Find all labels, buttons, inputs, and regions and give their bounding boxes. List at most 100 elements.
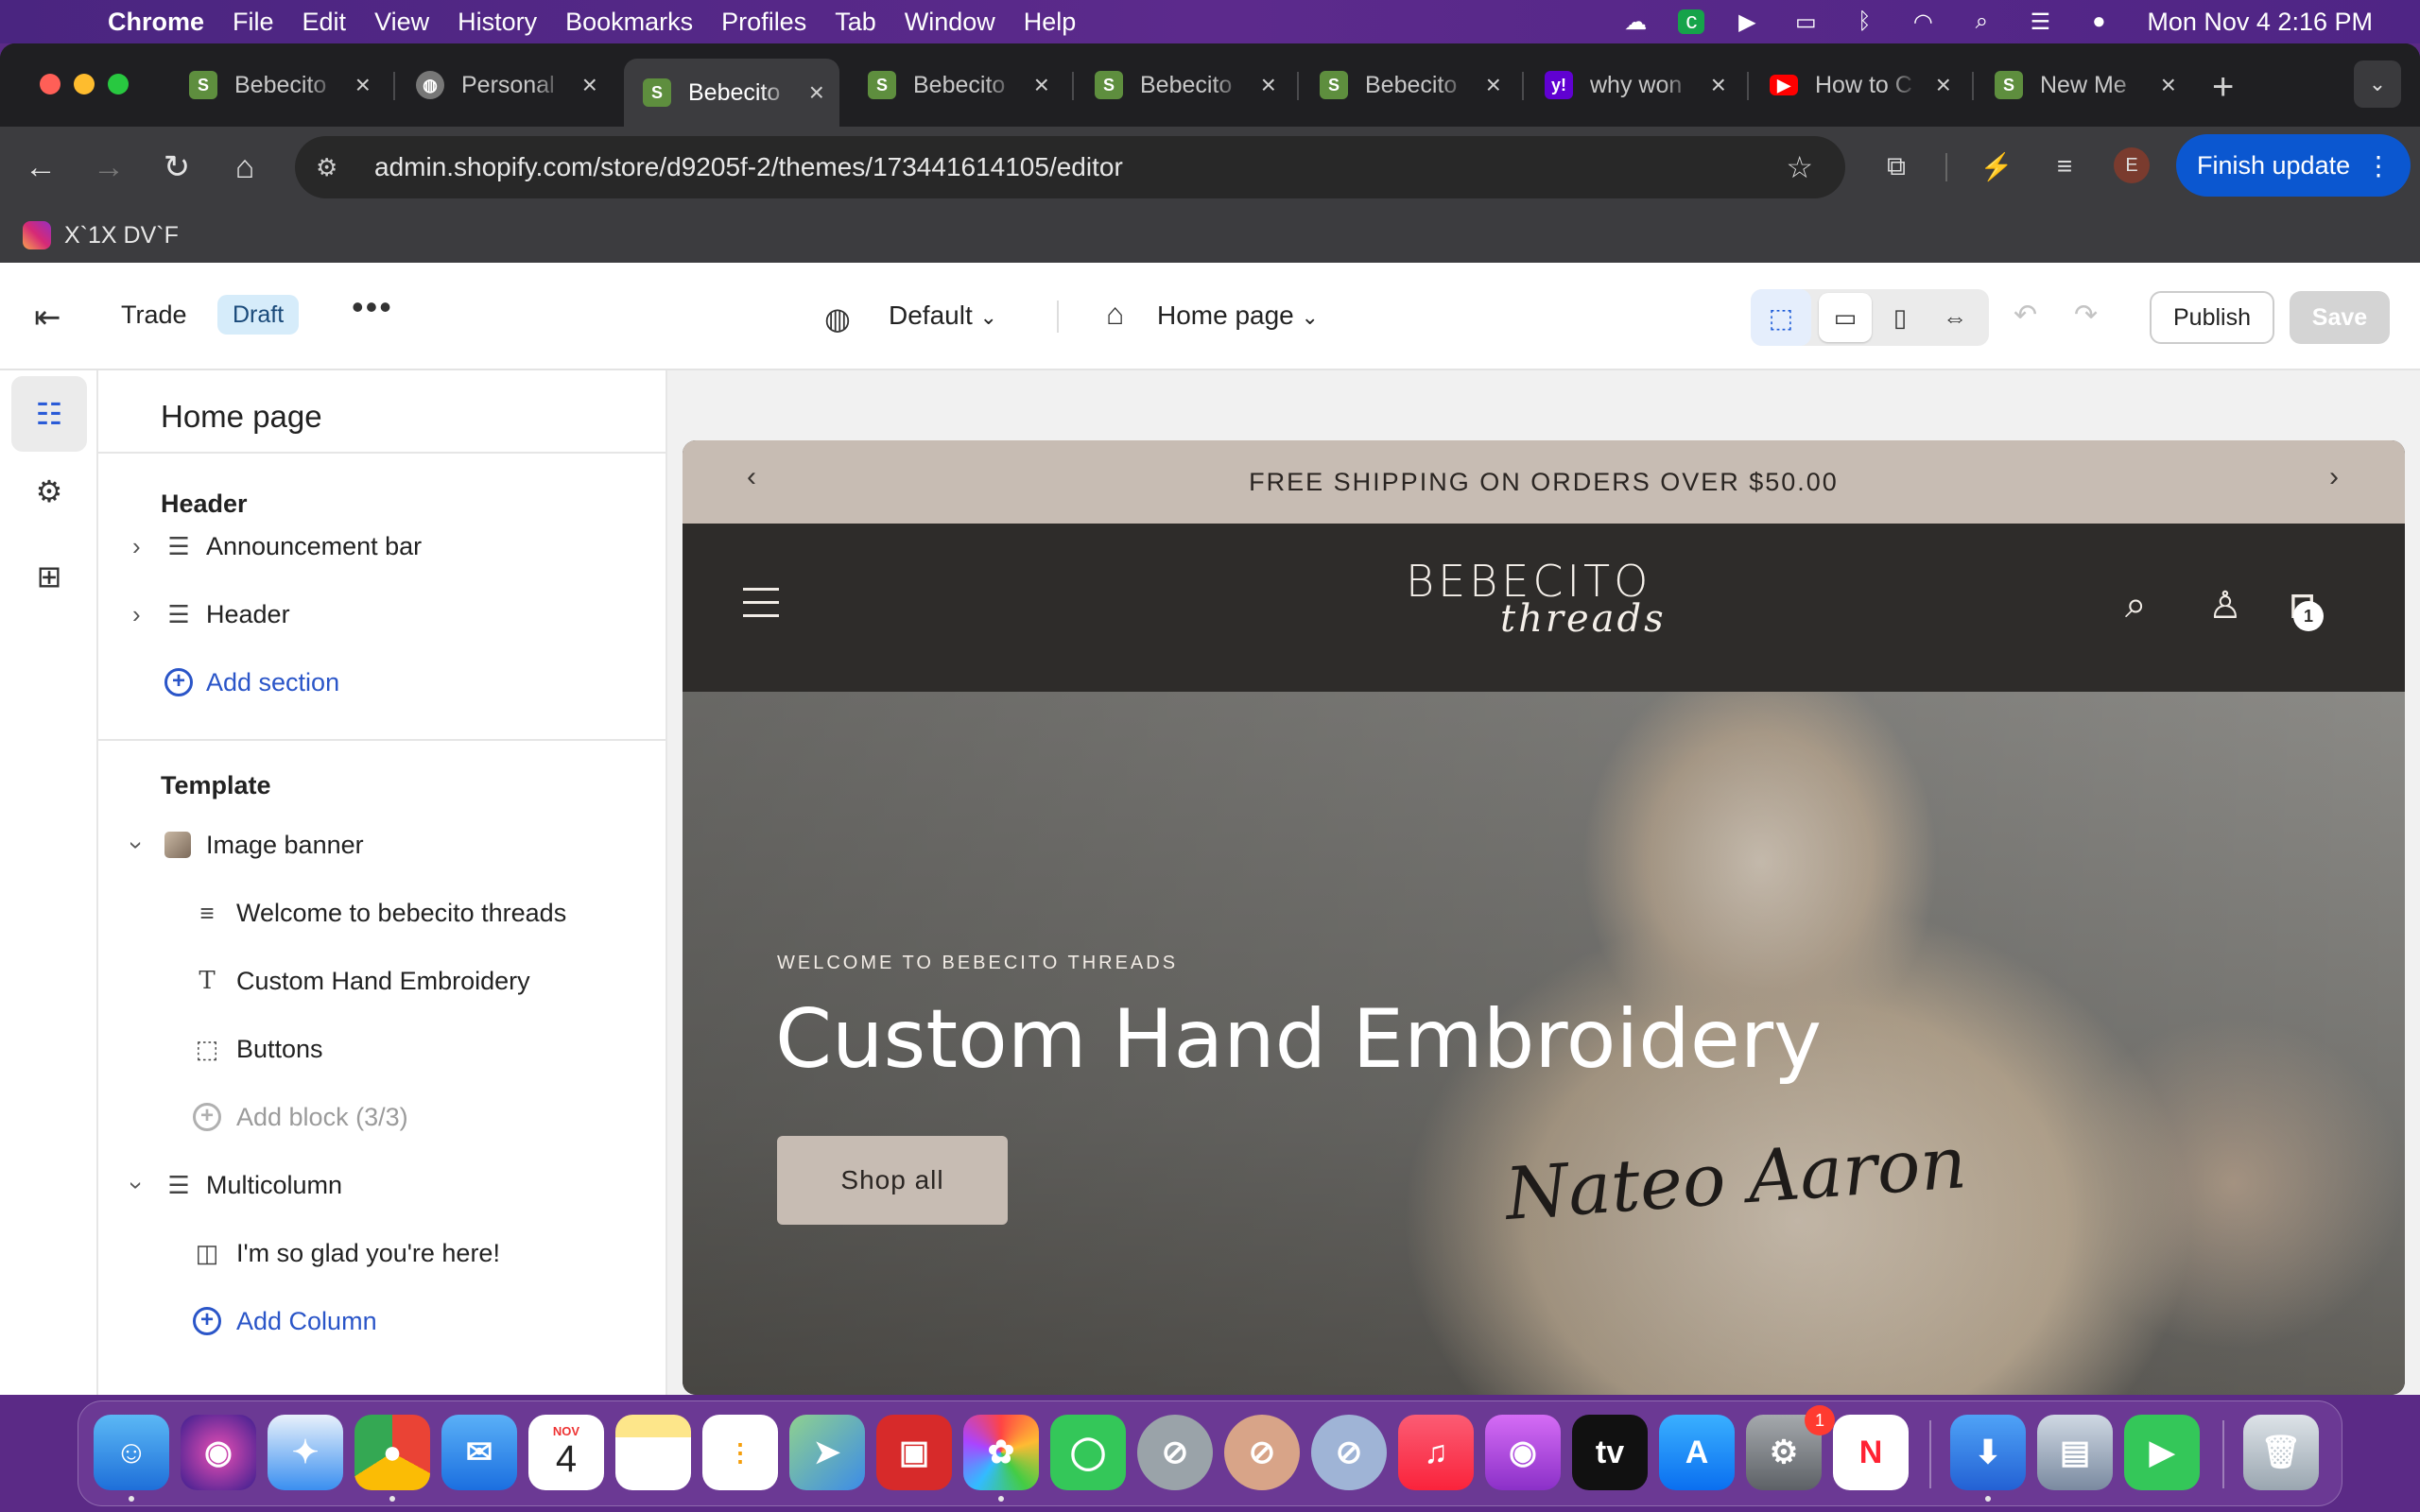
tab-bebecito-4[interactable]: S Bebecito × xyxy=(1076,59,1291,112)
tab-youtube[interactable]: ▶ How to C × xyxy=(1751,59,1966,112)
close-window-button[interactable] xyxy=(40,74,60,94)
inspector-toggle[interactable]: ⬚ xyxy=(1751,289,1811,346)
podcasts-icon[interactable]: ◉ xyxy=(1485,1415,1561,1490)
search-icon[interactable]: ⌕ xyxy=(2125,584,2146,627)
siri-icon[interactable]: ◉ xyxy=(181,1415,256,1490)
disabled-app-icon[interactable]: ⊘ xyxy=(1137,1415,1213,1490)
profile-avatar[interactable]: E xyxy=(2114,147,2150,183)
menu-app-chrome[interactable]: Chrome xyxy=(108,8,204,37)
add-column-button[interactable]: + Add Column xyxy=(98,1293,666,1349)
play-icon[interactable]: ▶ xyxy=(1731,9,1763,35)
downloads-folder-icon[interactable]: ⬇ xyxy=(1950,1415,2026,1490)
block-column[interactable]: ◫ I'm so glad you're here! xyxy=(98,1225,666,1281)
disabled-app-icon[interactable]: ⊘ xyxy=(1224,1415,1300,1490)
section-multicolumn[interactable]: › ☰ Multicolumn xyxy=(98,1157,666,1213)
menu-help[interactable]: Help xyxy=(1024,8,1077,37)
menu-clock[interactable]: Mon Nov 4 2:16 PM xyxy=(2147,8,2373,37)
close-tab-icon[interactable]: × xyxy=(1034,70,1049,100)
chevron-right-icon[interactable]: › xyxy=(2329,461,2341,493)
section-header[interactable]: › ☰ Header xyxy=(98,586,666,643)
close-tab-icon[interactable]: × xyxy=(1711,70,1726,100)
notes-icon[interactable] xyxy=(615,1415,691,1490)
theme-settings-icon[interactable]: ⚙ xyxy=(11,454,87,529)
locale-selector[interactable]: Default ⌄ xyxy=(889,301,997,331)
menu-window[interactable]: Window xyxy=(905,8,995,37)
store-logo[interactable]: BEBECITO threads xyxy=(1406,556,1689,641)
photos-icon[interactable]: ✿ xyxy=(963,1415,1039,1490)
tab-bebecito-3[interactable]: S Bebecito × xyxy=(849,59,1064,112)
menu-history[interactable]: History xyxy=(458,8,537,37)
tab-search-button[interactable]: ⌄ xyxy=(2354,60,2401,108)
site-info-icon[interactable]: ⚙ xyxy=(316,153,350,182)
menu-bookmarks[interactable]: Bookmarks xyxy=(565,8,693,37)
menu-hamburger-icon[interactable] xyxy=(743,588,779,627)
add-section-button[interactable]: + Add section xyxy=(98,654,666,711)
add-block-button[interactable]: + Add block (3/3) xyxy=(98,1089,666,1145)
safari-icon[interactable]: ✦ xyxy=(268,1415,343,1490)
close-tab-icon[interactable]: × xyxy=(1486,70,1501,100)
menu-view[interactable]: View xyxy=(374,8,429,37)
shop-all-button[interactable]: Shop all xyxy=(777,1136,1008,1225)
template-selector[interactable]: Home page ⌄ xyxy=(1157,301,1319,331)
apple-tv-icon[interactable]: tv xyxy=(1572,1415,1648,1490)
close-tab-icon[interactable]: × xyxy=(809,77,824,108)
calendar-icon[interactable]: NOV 4 xyxy=(528,1415,604,1490)
trash-icon[interactable]: 🗑 xyxy=(2243,1415,2319,1490)
desktop-view-button[interactable]: ▭ xyxy=(1819,293,1872,342)
battery-icon[interactable]: ▭ xyxy=(1789,9,1822,35)
bluetooth-icon[interactable]: ᛒ xyxy=(1848,9,1880,34)
tab-new-me[interactable]: S New Me × xyxy=(1976,59,2191,112)
control-center-icon[interactable]: ☰ xyxy=(2024,9,2056,35)
chevron-left-icon[interactable]: ‹ xyxy=(747,461,758,493)
sections-icon[interactable]: ☷ xyxy=(11,376,87,452)
new-tab-button[interactable]: + xyxy=(2212,66,2234,109)
account-icon[interactable]: ♙ xyxy=(2208,584,2242,627)
menu-file[interactable]: File xyxy=(233,8,274,37)
section-image-banner[interactable]: › Image banner xyxy=(98,816,666,873)
close-tab-icon[interactable]: × xyxy=(1261,70,1276,100)
minimize-window-button[interactable] xyxy=(74,74,95,94)
extensions-icon[interactable]: ⧉ xyxy=(1877,147,1915,185)
more-actions-icon[interactable]: ••• xyxy=(352,287,393,327)
announcement-bar[interactable]: ‹ FREE SHIPPING ON ORDERS OVER $50.00 › xyxy=(683,440,2405,524)
tab-bebecito-5[interactable]: S Bebecito × xyxy=(1301,59,1516,112)
chevron-down-icon[interactable]: › xyxy=(122,1181,151,1190)
save-button[interactable]: Save xyxy=(2290,291,2390,344)
mail-icon[interactable]: ✉ xyxy=(441,1415,517,1490)
reminders-icon[interactable]: ⋮ xyxy=(702,1415,778,1490)
mobile-view-button[interactable]: ▯ xyxy=(1874,293,1927,342)
music-icon[interactable]: ♫ xyxy=(1398,1415,1474,1490)
reload-icon[interactable]: ↻ xyxy=(155,146,199,189)
siri-icon[interactable]: ● xyxy=(2083,9,2115,34)
block-heading[interactable]: T Custom Hand Embroidery xyxy=(98,953,666,1009)
undo-icon[interactable]: ↶ xyxy=(2014,299,2037,332)
messages-icon[interactable]: ◯ xyxy=(1050,1415,1126,1490)
app-embeds-icon[interactable]: ⊞ xyxy=(11,539,87,614)
recent-file-icon[interactable]: ▤ xyxy=(2037,1415,2113,1490)
finder-icon[interactable]: ☺ xyxy=(94,1415,169,1490)
close-tab-icon[interactable]: × xyxy=(1936,70,1951,100)
menu-edit[interactable]: Edit xyxy=(302,8,347,37)
menu-tab[interactable]: Tab xyxy=(835,8,876,37)
news-icon[interactable]: N xyxy=(1833,1415,1909,1490)
maps-icon[interactable]: ➤ xyxy=(789,1415,865,1490)
back-icon[interactable]: ← xyxy=(19,146,62,189)
chrome-icon[interactable]: ● xyxy=(354,1415,430,1490)
tab-personal[interactable]: ◍ Personal × xyxy=(397,59,613,112)
exit-icon[interactable]: ⇤ xyxy=(34,299,61,336)
tab-bebecito-1[interactable]: S Bebecito × xyxy=(170,59,386,112)
close-tab-icon[interactable]: × xyxy=(2161,70,2176,100)
home-icon[interactable]: ⌂ xyxy=(223,146,267,189)
grammarly-icon[interactable]: c xyxy=(1678,9,1705,34)
photo-booth-icon[interactable]: ▣ xyxy=(876,1415,952,1490)
fullwidth-view-button[interactable]: ⇔ xyxy=(1928,293,1981,342)
bookmark-item[interactable]: X`1X DV`F xyxy=(64,222,179,249)
disabled-app-icon[interactable]: ⊘ xyxy=(1311,1415,1387,1490)
chevron-right-icon[interactable]: › xyxy=(132,532,141,561)
theme-name[interactable]: Trade xyxy=(121,301,187,330)
wifi-icon[interactable]: ◠ xyxy=(1907,9,1939,35)
section-announcement-bar[interactable]: › ☰ Announcement bar xyxy=(98,518,666,575)
close-tab-icon[interactable]: × xyxy=(355,70,371,100)
spotlight-search-icon[interactable]: ⌕ xyxy=(1965,9,1997,34)
finish-update-button[interactable]: Finish update ⋮ xyxy=(2176,134,2411,197)
